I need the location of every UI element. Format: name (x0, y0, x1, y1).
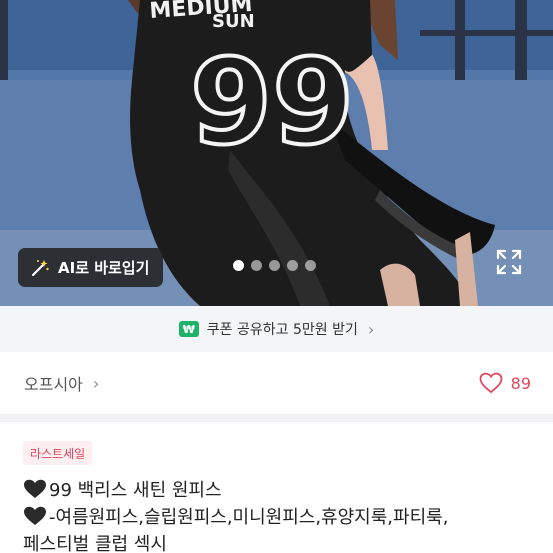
ai-try-on-label: AI로 바로입기 (58, 259, 150, 277)
coupon-text: 쿠폰 공유하고 5만원 받기 (206, 322, 358, 338)
shirt-word: SUN (212, 11, 255, 32)
black-heart-icon (24, 506, 46, 525)
coupon-share-banner[interactable]: ₩ 쿠폰 공유하고 5만원 받기 › (0, 306, 553, 352)
carousel-dot[interactable] (251, 260, 262, 271)
shirt-number: 99 (190, 33, 354, 171)
magic-wand-icon (31, 259, 49, 276)
product-image-carousel[interactable]: MEDIUM SUN 99 AI로 바로입기 (0, 0, 553, 306)
product-title: 99 백리스 새틴 원피스 -여름원피스,슬립원피스,미니원피스,휴양지룩,파티… (23, 477, 543, 553)
carousel-dot[interactable] (287, 260, 298, 271)
heart-outline-icon (479, 372, 503, 394)
ai-try-on-button[interactable]: AI로 바로입기 (18, 248, 163, 287)
product-title-line1: 99 백리스 새틴 원피스 (49, 480, 222, 501)
shop-name: 오프시아 (24, 375, 83, 394)
like-button[interactable]: 89 (479, 372, 531, 394)
like-count: 89 (510, 373, 531, 393)
section-divider (0, 414, 553, 422)
won-coupon-icon: ₩ (178, 321, 199, 337)
product-title-line2: -여름원피스,슬립원피스,미니원피스,휴양지룩,파티룩, (49, 507, 449, 528)
carousel-dot[interactable] (233, 260, 244, 271)
shop-link[interactable]: 오프시아 › (24, 371, 99, 395)
chevron-right-icon: › (367, 319, 375, 339)
product-title-line3: 페스티벌 클럽 섹시 (23, 534, 167, 553)
product-page: MEDIUM SUN 99 AI로 바로입기 ₩ 쿠폰 공유하고 5만원 받기 … (0, 0, 553, 553)
fullscreen-expand-icon[interactable] (496, 249, 522, 275)
carousel-dot[interactable] (305, 260, 316, 271)
sale-tag: 라스트세일 (23, 441, 93, 465)
carousel-indicator (233, 260, 316, 271)
black-heart-icon (24, 479, 46, 498)
carousel-dot[interactable] (269, 260, 280, 271)
chevron-right-icon: › (92, 373, 100, 393)
shop-info-row: 오프시아 › 89 (0, 352, 553, 414)
